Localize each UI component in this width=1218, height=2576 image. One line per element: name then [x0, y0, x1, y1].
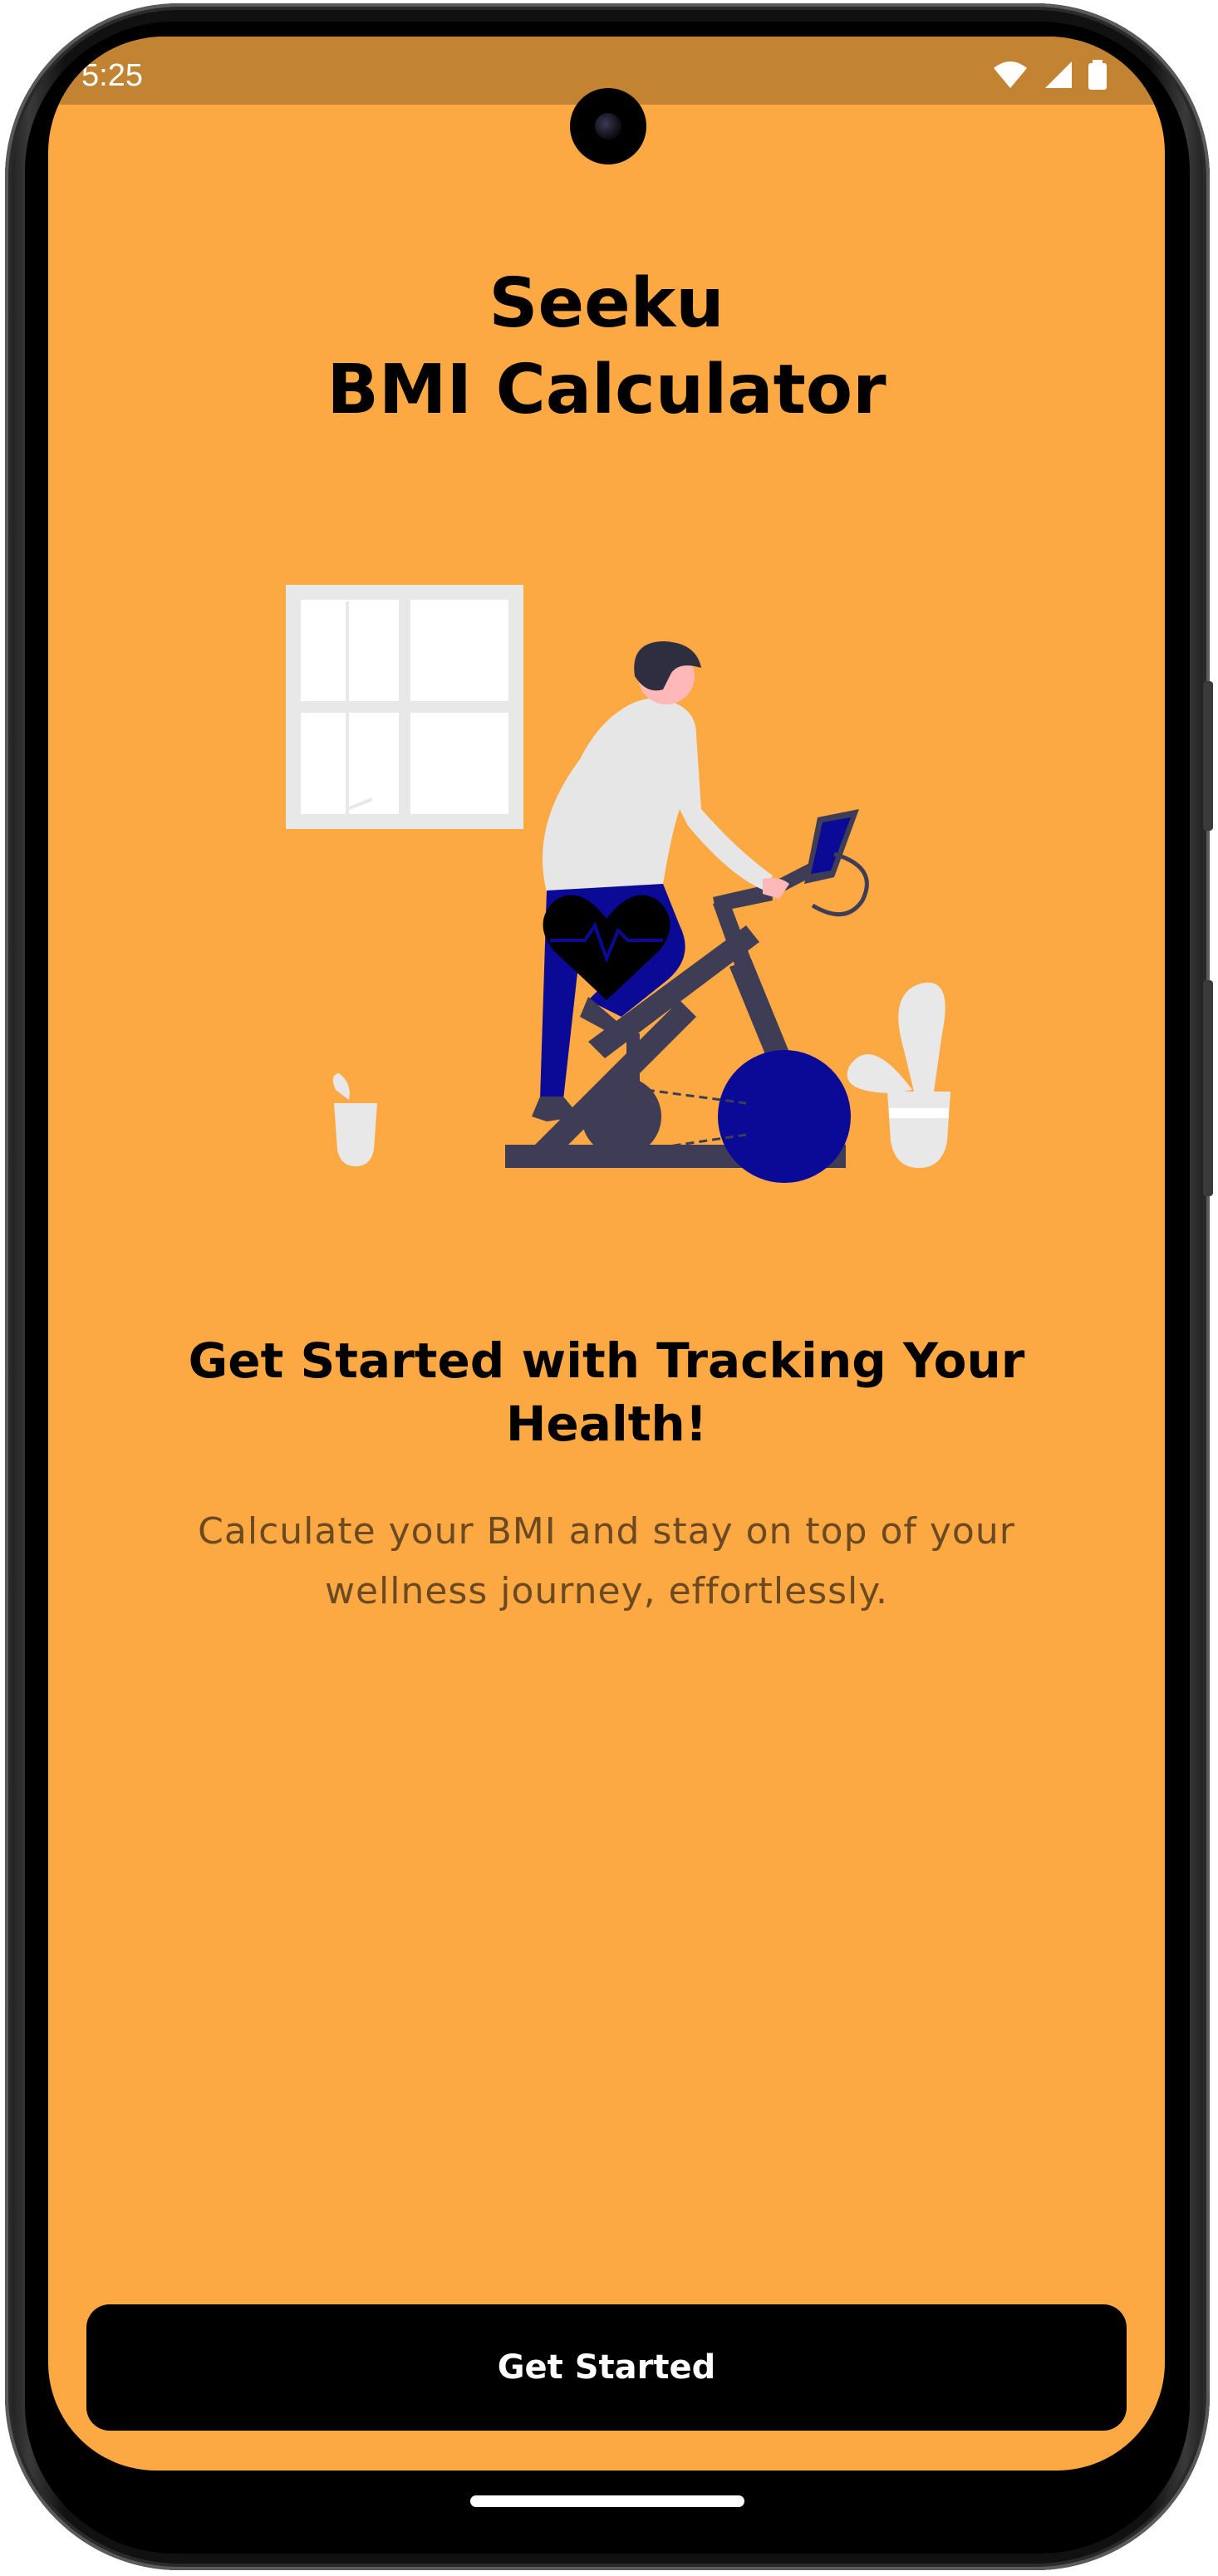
app-title: Seeku BMI Calculator — [48, 261, 1165, 434]
status-time: 5:25 — [81, 58, 143, 93]
home-indicator[interactable] — [470, 2495, 744, 2507]
wifi-icon — [994, 61, 1027, 88]
app-screen: 5:25 Seeku BMI Calculator Get Started wi… — [48, 37, 1165, 2471]
small-plant-illustration — [332, 1073, 377, 1166]
front-camera — [570, 88, 646, 164]
status-icons — [992, 60, 1107, 90]
get-started-button[interactable]: Get Started — [86, 2304, 1127, 2431]
large-plant-illustration — [847, 982, 950, 1168]
window-illustration — [286, 585, 523, 829]
phone-side-button — [1203, 681, 1213, 831]
battery-icon — [1088, 60, 1107, 90]
app-title-line-1: Seeku — [489, 264, 724, 343]
app-title-line-2: BMI Calculator — [327, 351, 886, 429]
onboarding-description: Calculate your BMI and stay on top of yo… — [198, 1510, 1015, 1612]
person-on-exercise-bike-illustration — [286, 585, 950, 1183]
cellular-signal-icon — [1045, 61, 1072, 88]
phone-side-button — [1203, 980, 1213, 1196]
phone-device: 5:25 Seeku BMI Calculator Get Started wi… — [0, 0, 1218, 2576]
onboarding-headline: Get Started with Tracking Your Health! — [188, 1332, 1025, 1452]
